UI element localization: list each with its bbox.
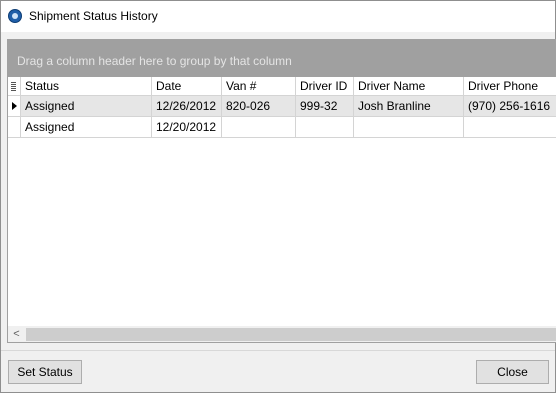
- table-row[interactable]: Assigned 12/20/2012: [8, 117, 556, 138]
- cell-driver-phone[interactable]: (970) 256-1616: [464, 96, 556, 116]
- column-header-driver-phone[interactable]: Driver Phone: [464, 77, 556, 95]
- scrollbar-thumb[interactable]: [26, 328, 556, 341]
- window-title: Shipment Status History: [29, 9, 158, 23]
- set-status-button[interactable]: Set Status: [8, 360, 82, 384]
- cell-status[interactable]: Assigned: [21, 96, 152, 116]
- app-logo-icon: [8, 9, 22, 23]
- dialog-window: Shipment Status History Drag a column he…: [0, 0, 556, 393]
- status-history-grid: Drag a column header here to group by th…: [7, 39, 556, 343]
- horizontal-scrollbar[interactable]: <: [8, 326, 556, 342]
- footer-divider: [1, 350, 555, 351]
- column-header-driver-name[interactable]: Driver Name: [354, 77, 464, 95]
- cell-date[interactable]: 12/26/2012: [152, 96, 222, 116]
- table-row[interactable]: Assigned 12/26/2012 820-026 999-32 Josh …: [8, 96, 556, 117]
- row-indicator[interactable]: [8, 96, 21, 116]
- group-by-panel[interactable]: Drag a column header here to group by th…: [8, 40, 556, 77]
- cell-driver-name[interactable]: [354, 117, 464, 137]
- cell-driver-phone[interactable]: [464, 117, 556, 137]
- title-bar[interactable]: Shipment Status History: [1, 1, 555, 32]
- cell-van[interactable]: [222, 117, 296, 137]
- scroll-left-icon[interactable]: <: [8, 326, 25, 342]
- column-chooser-icon[interactable]: [8, 77, 21, 96]
- row-pointer-icon: [12, 102, 17, 110]
- cell-driver-name[interactable]: Josh Branline: [354, 96, 464, 116]
- cell-driver-id[interactable]: 999-32: [296, 96, 354, 116]
- group-by-hint: Drag a column header here to group by th…: [17, 54, 292, 68]
- column-header-van[interactable]: Van #: [222, 77, 296, 95]
- cell-van[interactable]: 820-026: [222, 96, 296, 116]
- cell-status[interactable]: Assigned: [21, 117, 152, 137]
- cell-date[interactable]: 12/20/2012: [152, 117, 222, 137]
- cell-driver-id[interactable]: [296, 117, 354, 137]
- row-indicator[interactable]: [8, 117, 21, 137]
- close-button[interactable]: Close: [476, 360, 549, 384]
- column-header-date[interactable]: Date: [152, 77, 222, 95]
- column-header-row: Status Date Van # Driver ID Driver Name …: [8, 77, 556, 96]
- column-header-driver-id[interactable]: Driver ID: [296, 77, 354, 95]
- column-header-status[interactable]: Status: [21, 77, 152, 95]
